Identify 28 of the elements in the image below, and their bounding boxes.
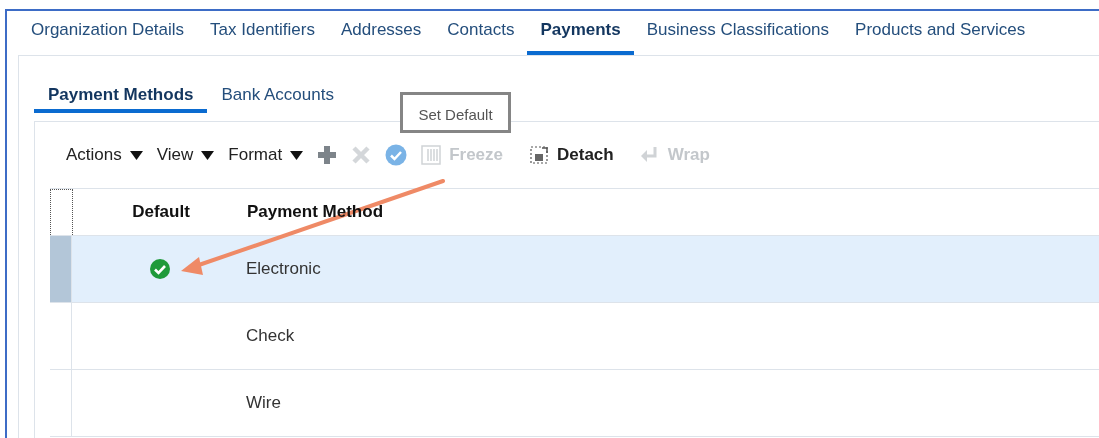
tab[interactable]: Business Classifications (633, 11, 843, 55)
caret-icon (201, 149, 215, 161)
menu-button[interactable]: View (156, 145, 215, 165)
toolbar-button[interactable]: Detach (529, 145, 614, 165)
table-row[interactable]: Electronic (50, 236, 1099, 303)
menu-button[interactable]: Actions (66, 145, 143, 165)
tab[interactable]: Contacts (434, 11, 528, 55)
tab[interactable]: Products and Services (842, 11, 1039, 55)
tab[interactable]: Addresses (327, 11, 435, 55)
caret-icon (129, 149, 143, 161)
table-row[interactable]: Wire (50, 370, 1099, 437)
tab[interactable]: Organization Details (18, 11, 198, 55)
menu-button[interactable]: Format (228, 145, 304, 165)
column-header: Default (131, 201, 191, 223)
table-row[interactable]: Check (50, 303, 1099, 370)
freeze-icon (421, 145, 442, 165)
tooltip: Set Default (400, 92, 511, 133)
table-cell-text: Electronic (245, 258, 321, 280)
add-icon[interactable] (317, 145, 338, 165)
tab[interactable]: Tax Identifiers (197, 11, 328, 55)
caret-icon (290, 149, 304, 161)
table-cell-text: Wire (245, 392, 281, 414)
check-circle-icon[interactable] (385, 144, 408, 166)
sub-tab[interactable]: Bank Accounts (207, 76, 348, 113)
table-cell-text: Check (245, 325, 295, 347)
sub-tab[interactable]: Payment Methods (34, 76, 208, 113)
detach-icon (529, 145, 549, 165)
row-header-cell (50, 189, 73, 235)
